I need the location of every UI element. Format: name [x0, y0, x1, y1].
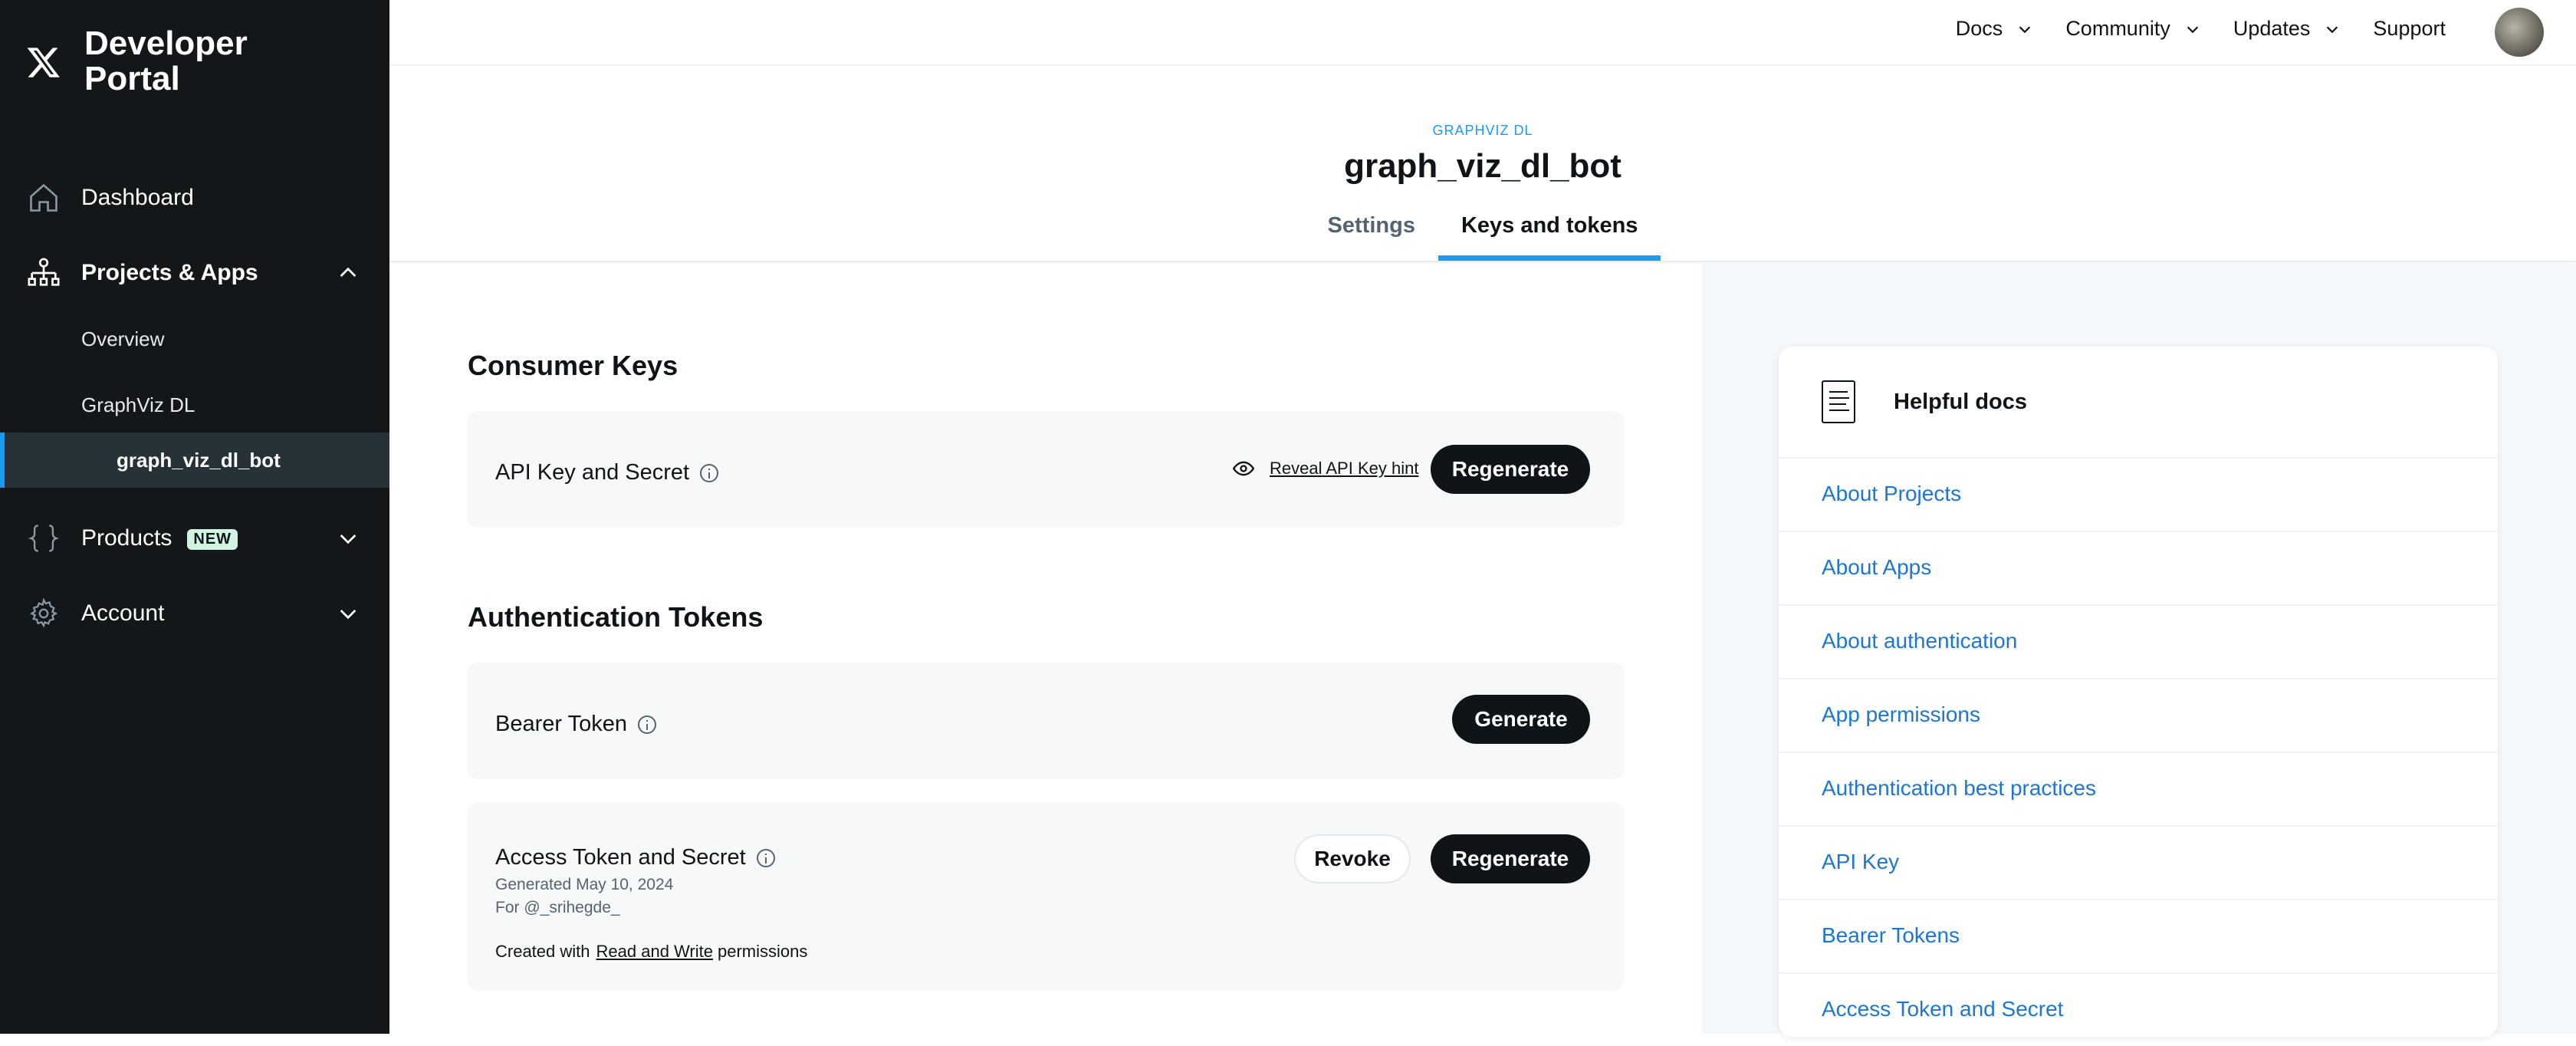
top-navigation: Docs Community Updates Support — [389, 0, 2576, 66]
sidebar-item-label: Products NEW — [81, 525, 238, 551]
doc-link-item: About authentication — [1779, 604, 2498, 678]
helpful-docs-title: Helpful docs — [1894, 389, 2028, 414]
doc-link[interactable]: About Projects — [1822, 482, 1961, 506]
chevron-down-icon — [2327, 25, 2338, 33]
bearer-token-label: Bearer Token — [495, 712, 656, 737]
nav-docs-label: Docs — [1955, 17, 2003, 40]
auth-tokens-title: Authentication Tokens — [468, 601, 764, 633]
brand-title: Developer Portal — [84, 25, 248, 97]
regenerate-api-key-button[interactable]: Regenerate — [1431, 445, 1590, 494]
nav-community-label: Community — [2065, 17, 2170, 40]
avatar[interactable] — [2495, 8, 2544, 57]
nav-docs[interactable]: Docs — [1956, 17, 2034, 41]
access-token-label: Access Token and Secret — [495, 845, 775, 870]
app-header: GRAPHVIZ DL graph_viz_dl_bot Settings Ke… — [389, 67, 2576, 262]
info-icon[interactable] — [756, 848, 775, 867]
helpful-docs-header: Helpful docs — [1822, 380, 2027, 423]
permissions-prefix: Created with — [495, 942, 590, 961]
doc-link[interactable]: Bearer Tokens — [1822, 923, 1960, 948]
permissions-link[interactable]: Read and Write — [596, 942, 713, 961]
token-owner: For @_srihegde_ — [495, 899, 620, 916]
page-title: graph_viz_dl_bot — [1344, 147, 1622, 185]
sidebar: Developer Portal Dashboard Projects & Ap… — [0, 0, 389, 1034]
doc-link-item: About Apps — [1779, 531, 2498, 604]
x-logo-icon — [27, 48, 60, 77]
access-token-card: Access Token and Secret Generated May 10… — [468, 802, 1624, 991]
reveal-api-key-hint-link[interactable]: Reveal API Key hint — [1233, 459, 1418, 479]
braces-icon — [26, 521, 61, 556]
api-key-label: API Key and Secret — [495, 460, 719, 485]
nav-updates[interactable]: Updates — [2233, 17, 2341, 41]
sidebar-item-label: Projects & Apps — [81, 260, 258, 285]
regenerate-access-token-button[interactable]: Regenerate — [1431, 834, 1590, 883]
sidebar-item-label: Dashboard — [81, 185, 194, 210]
doc-link[interactable]: API Key — [1822, 850, 1899, 874]
nav-community[interactable]: Community — [2065, 17, 2201, 41]
doc-link-item: Bearer Tokens — [1779, 899, 2498, 972]
info-icon[interactable] — [637, 715, 656, 734]
doc-link[interactable]: Authentication best practices — [1822, 776, 2096, 801]
bearer-token-label-text: Bearer Token — [495, 712, 627, 736]
doc-link[interactable]: App permissions — [1822, 702, 1980, 727]
sidebar-item-projects-apps[interactable]: Projects & Apps — [0, 256, 389, 290]
doc-link-item: API Key — [1779, 825, 2498, 899]
main-content: Consumer Keys API Key and Secret Reveal … — [389, 264, 1702, 1034]
chevron-down-icon[interactable] — [336, 601, 360, 626]
top-links: Docs Community Updates Support — [1924, 17, 2446, 41]
api-key-card: API Key and Secret Reveal API Key hint R… — [468, 411, 1624, 528]
helpful-docs-panel: Helpful docs About Projects About Apps A… — [1779, 347, 2498, 1037]
doc-link[interactable]: About authentication — [1822, 629, 2017, 653]
gear-icon — [26, 596, 61, 631]
nav-updates-label: Updates — [2233, 17, 2311, 40]
nav-support-label: Support — [2373, 17, 2446, 40]
doc-link-item: Authentication best practices — [1779, 752, 2498, 825]
sidebar-item-dashboard[interactable]: Dashboard — [0, 181, 389, 215]
doc-link-item: App permissions — [1779, 678, 2498, 752]
doc-link[interactable]: Access Token and Secret — [1822, 997, 2063, 1021]
sidebar-subitem-overview[interactable]: Overview — [0, 325, 389, 353]
generated-date: Generated May 10, 2024 — [495, 876, 674, 893]
sidebar-item-label-text: Products — [81, 525, 172, 551]
doc-link-item: Access Token and Secret — [1779, 972, 2498, 1046]
info-icon[interactable] — [700, 463, 719, 482]
sidebar-subitem-app[interactable]: graph_viz_dl_bot — [0, 433, 389, 488]
sidebar-subitem-project[interactable]: GraphViz DL — [0, 391, 389, 419]
project-label[interactable]: GRAPHVIZ DL — [389, 123, 2576, 139]
document-icon — [1822, 380, 1855, 423]
consumer-keys-title: Consumer Keys — [468, 350, 678, 381]
home-icon — [26, 180, 61, 215]
tab-settings[interactable]: Settings — [1305, 213, 1438, 261]
chevron-down-icon — [2187, 25, 2199, 33]
doc-link[interactable]: About Apps — [1822, 555, 1931, 580]
chevron-up-icon[interactable] — [336, 261, 360, 285]
sidebar-item-account[interactable]: Account — [0, 597, 389, 630]
generate-bearer-button[interactable]: Generate — [1452, 695, 1590, 744]
reveal-label: Reveal API Key hint — [1270, 459, 1419, 478]
new-badge: NEW — [187, 528, 238, 550]
nav-support[interactable]: Support — [2373, 17, 2446, 41]
projects-icon — [26, 255, 61, 291]
chevron-down-icon[interactable] — [336, 526, 360, 551]
access-token-label-text: Access Token and Secret — [495, 845, 746, 870]
chevron-down-icon — [2019, 25, 2031, 33]
permissions-text: Created with Read and Write permissions — [495, 942, 807, 962]
bearer-token-card: Bearer Token Generate — [468, 663, 1624, 779]
tab-bar: Settings Keys and tokens — [389, 213, 2576, 261]
doc-link-item: About Projects — [1779, 457, 2498, 531]
api-key-label-text: API Key and Secret — [495, 460, 690, 485]
permissions-suffix: permissions — [717, 942, 808, 961]
eye-icon — [1233, 461, 1254, 476]
sidebar-item-label: Account — [81, 600, 165, 626]
tab-keys-and-tokens[interactable]: Keys and tokens — [1438, 213, 1661, 261]
sidebar-item-products[interactable]: Products NEW — [0, 521, 389, 555]
brand[interactable]: Developer Portal — [26, 26, 284, 97]
revoke-button[interactable]: Revoke — [1294, 834, 1411, 883]
